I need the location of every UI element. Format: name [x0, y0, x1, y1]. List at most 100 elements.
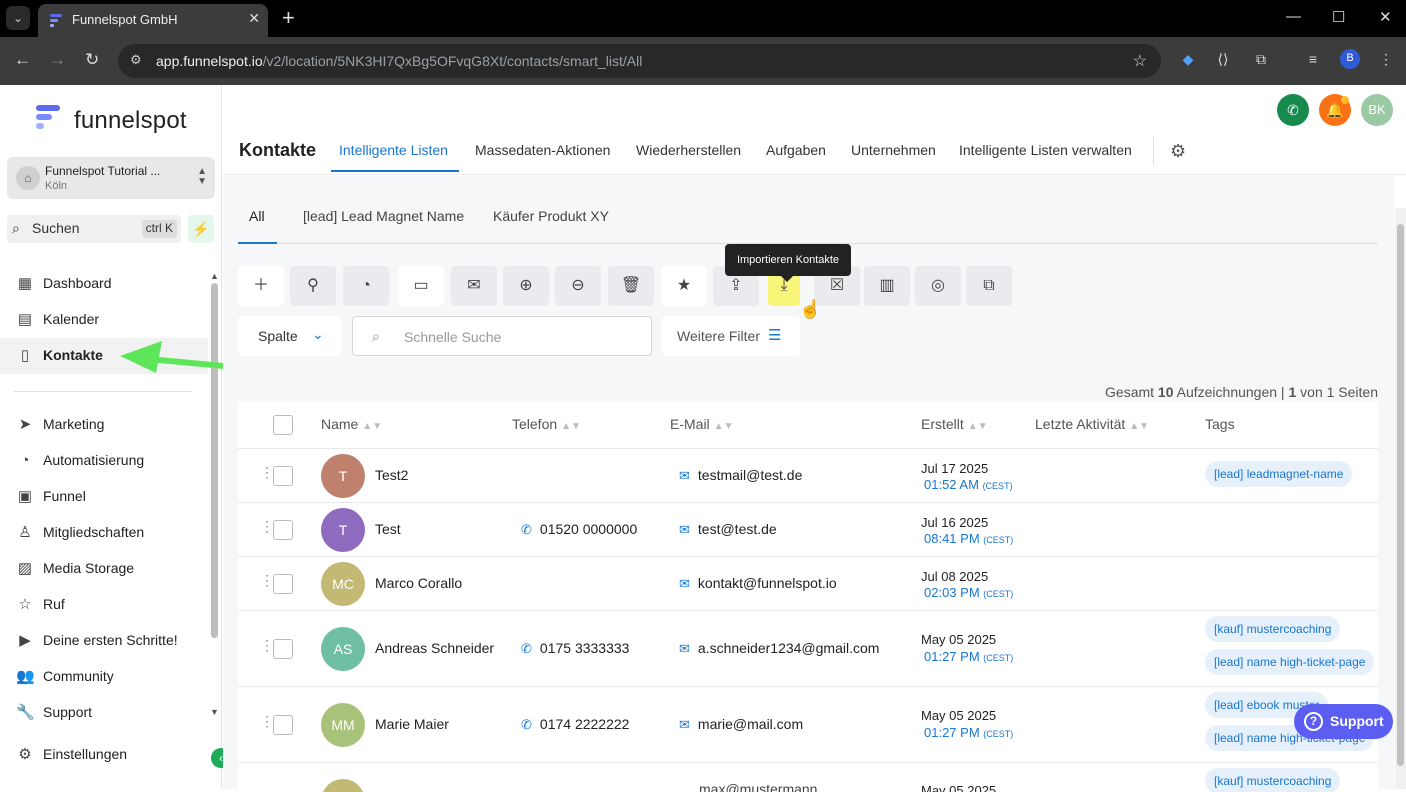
tag-badge[interactable]: [lead] leadmagnet-name	[1205, 461, 1353, 487]
url-field[interactable]: ⚙ app.funnelspot.io/v2/location/5NK3HI7Q…	[118, 44, 1161, 78]
column-select-button[interactable]: Spalte ⌄	[238, 316, 342, 356]
row-checkbox[interactable]	[273, 466, 293, 486]
tag-badge[interactable]: [kauf] mustercoaching	[1205, 768, 1341, 792]
sidebar-item-einstellungen[interactable]: ⚙ Einstellungen	[0, 737, 208, 773]
column-header-erstellt[interactable]: Erstellt ▲▼	[921, 416, 988, 432]
sidebar-item-funnel[interactable]: ▣ Funnel	[0, 479, 208, 515]
row-checkbox[interactable]	[273, 520, 293, 540]
drag-handle-icon[interactable]: ⋮	[260, 519, 274, 533]
tab-unternehmen[interactable]: Unternehmen	[851, 142, 936, 158]
tab-intelligente-listen[interactable]: Intelligente Listen	[339, 142, 448, 158]
tab-aufgaben[interactable]: Aufgaben	[766, 142, 826, 158]
column-header-letzte-aktivitaet[interactable]: Letzte Aktivität ▲▼	[1035, 416, 1149, 432]
sms-button[interactable]: ▭	[398, 266, 444, 306]
contact-email[interactable]: ✉ kontakt@funnelspot.io	[679, 575, 837, 592]
add-tag-button[interactable]: ⊕	[503, 266, 549, 306]
add-contact-button[interactable]: ＋	[238, 266, 284, 306]
tab-close-icon[interactable]: ✕	[248, 10, 260, 27]
user-avatar[interactable]: BK	[1361, 94, 1393, 126]
contact-phone[interactable]: ✆ 01520 0000000	[521, 521, 637, 538]
contact-name[interactable]: Andreas Schneider	[375, 640, 494, 656]
sidebar-scroll-up-icon[interactable]: ▲	[210, 271, 219, 281]
list-tab-lead-magnet[interactable]: [lead] Lead Magnet Name	[303, 208, 464, 224]
extension-blue-icon[interactable]: ◆	[1179, 50, 1197, 68]
sidebar-item-media-storage[interactable]: ▨ Media Storage	[0, 551, 208, 587]
review-star-button[interactable]: ★	[661, 266, 707, 306]
drag-handle-icon[interactable]: ⋮	[260, 714, 274, 728]
table-row[interactable]: ⋮ AS Andreas Schneider ✆ 0175 3333333 ✉ a.…	[238, 610, 1378, 686]
contact-email[interactable]: max@mustermann...	[699, 781, 829, 792]
minimize-icon[interactable]: —	[1286, 8, 1301, 25]
sidebar-item-ruf[interactable]: ☆ Ruf	[0, 587, 208, 623]
support-button[interactable]: ? Support	[1294, 704, 1393, 739]
extension-code-icon[interactable]: ⟨⟩	[1214, 50, 1232, 68]
sidebar-item-dashboard[interactable]: ▦ Dashboard	[0, 266, 208, 302]
main-scrollbar[interactable]	[1395, 208, 1406, 789]
company-button[interactable]: ▥	[864, 266, 910, 306]
reload-icon[interactable]: ↻	[85, 50, 99, 70]
row-checkbox[interactable]	[273, 639, 293, 659]
main-scrollbar-thumb[interactable]	[1397, 224, 1404, 766]
contact-name[interactable]: Marco Corallo	[375, 575, 462, 591]
remove-tag-button[interactable]: ⊖	[555, 266, 601, 306]
quick-actions-bolt-icon[interactable]: ⚡	[188, 215, 214, 243]
email-button[interactable]: ✉	[451, 266, 497, 306]
row-checkbox[interactable]	[273, 574, 293, 594]
list-tab-all[interactable]: All	[249, 208, 265, 224]
sidebar-scrollbar[interactable]	[211, 283, 218, 638]
browser-menu-icon[interactable]: ⋮	[1377, 50, 1395, 68]
bookmark-star-icon[interactable]: ☆	[1133, 51, 1147, 71]
column-header-telefon[interactable]: Telefon ▲▼	[512, 416, 581, 432]
sidebar-item-marketing[interactable]: ➤ Marketing	[0, 407, 208, 443]
table-row[interactable]: ⋮ T Test2 ✉ testmail@test.de Jul 17 2025 …	[238, 448, 1378, 502]
site-info-icon[interactable]: ⚙	[130, 52, 142, 68]
contact-email[interactable]: ✉ marie@mail.com	[679, 716, 803, 733]
sidebar-item-community[interactable]: 👥 Community	[0, 659, 208, 695]
phone-icon[interactable]: ✆	[1277, 94, 1309, 126]
select-all-checkbox[interactable]	[273, 415, 293, 435]
table-row[interactable]: max@mustermann... May 05 2025 [kauf] mus…	[238, 762, 1378, 792]
merge-button[interactable]: ⧉	[966, 266, 1012, 306]
close-window-icon[interactable]: ✕	[1379, 8, 1392, 26]
media-control-icon[interactable]: ≡	[1304, 50, 1322, 68]
column-header-name[interactable]: Name ▲▼	[321, 416, 382, 432]
more-filters-button[interactable]: Weitere Filter ☰	[662, 316, 800, 356]
contact-name[interactable]: Marie Maier	[375, 716, 449, 732]
sidebar-scroll-down-icon[interactable]: ▼	[210, 707, 219, 717]
tab-massedaten-aktionen[interactable]: Massedaten-Aktionen	[475, 142, 610, 158]
profile-avatar[interactable]: B	[1340, 49, 1360, 69]
tag-badge[interactable]: [lead] name high-ticket-page	[1205, 649, 1375, 675]
contact-name[interactable]: Test	[375, 521, 401, 537]
browser-tab[interactable]: Funnelspot GmbH ✕	[38, 4, 268, 37]
back-icon[interactable]: ←	[14, 50, 31, 70]
sidebar-search[interactable]: ⌕ Suchen ctrl K	[7, 215, 181, 243]
sidebar-item-automatisierung[interactable]: ◔ Automatisierung	[0, 443, 208, 479]
maximize-icon[interactable]: ☐	[1332, 8, 1345, 26]
forward-icon[interactable]: →	[49, 50, 66, 70]
tab-search-icon[interactable]: ⌄	[6, 6, 30, 30]
tag-badge[interactable]: [kauf] mustercoaching	[1205, 616, 1341, 642]
settings-gear-icon[interactable]: ⚙	[1170, 141, 1186, 162]
tab-intelligente-listen-verwalten[interactable]: Intelligente Listen verwalten	[959, 142, 1132, 158]
sidebar-item-kalender[interactable]: ▤ Kalender	[0, 302, 208, 338]
table-row[interactable]: ⋮ MC Marco Corallo ✉ kontakt@funnelspot.i…	[238, 556, 1378, 610]
contact-phone[interactable]: ✆ 0175 3333333	[521, 640, 629, 657]
delete-button[interactable]: 🗑	[608, 266, 654, 306]
tab-wiederherstellen[interactable]: Wiederherstellen	[636, 142, 741, 158]
drag-handle-icon[interactable]: ⋮	[260, 465, 274, 479]
contact-email[interactable]: ✉ testmail@test.de	[679, 467, 802, 484]
contact-email[interactable]: ✉ a.schneider1234@gmail.com	[679, 640, 879, 657]
whatsapp-button[interactable]: ◎	[915, 266, 961, 306]
table-row[interactable]: ⋮ T Test ✆ 01520 0000000 ✉ test@test.de Ju…	[238, 502, 1378, 556]
extensions-puzzle-icon[interactable]: ⧉	[1252, 50, 1270, 68]
automation-button[interactable]: ◔	[343, 266, 389, 306]
drag-handle-icon[interactable]: ⋮	[260, 573, 274, 587]
filter-button[interactable]: ⚲	[290, 266, 336, 306]
sidebar-item-mitgliedschaften[interactable]: ♙ Mitgliedschaften	[0, 515, 208, 551]
account-switcher[interactable]: ⌂ Funnelspot Tutorial ... Köln ▲ ▼	[7, 157, 215, 199]
new-tab-icon[interactable]: +	[282, 5, 295, 31]
table-row[interactable]: ⋮ MM Marie Maier ✆ 0174 2222222 ✉ marie@ma…	[238, 686, 1378, 762]
contact-name[interactable]: Test2	[375, 467, 408, 483]
drag-handle-icon[interactable]: ⋮	[260, 638, 274, 652]
quick-search-input[interactable]: ⌕ Schnelle Suche	[352, 316, 652, 356]
